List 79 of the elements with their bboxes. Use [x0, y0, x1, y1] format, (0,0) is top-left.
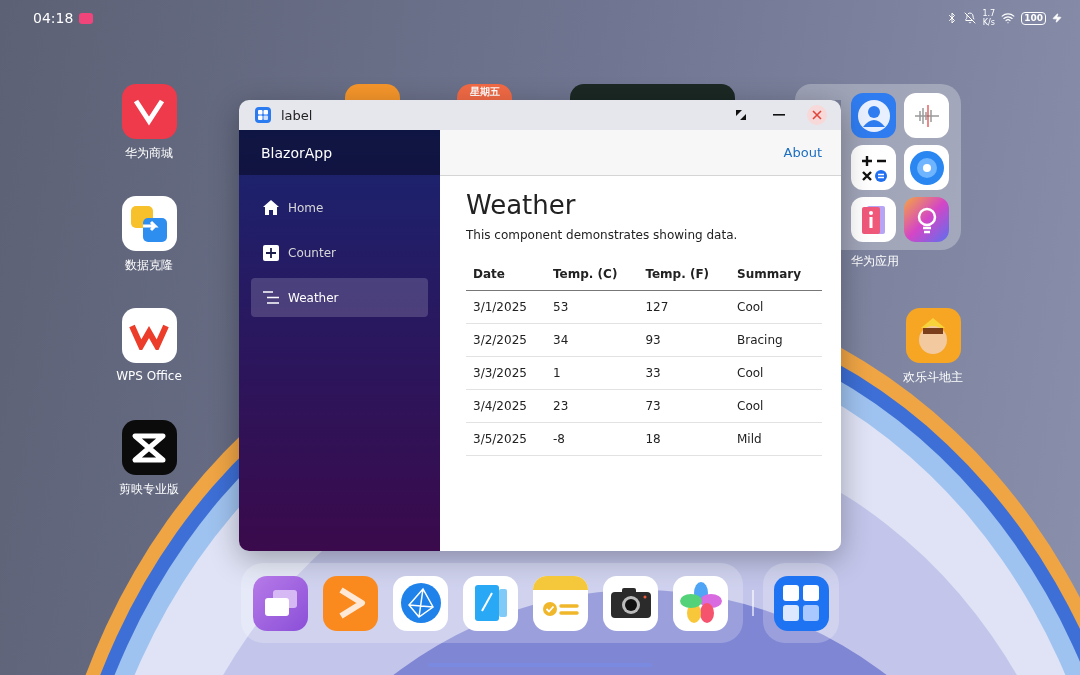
clock-time: 04:18: [33, 10, 74, 26]
folder-label: 华为应用: [851, 253, 899, 270]
flower-icon[interactable]: [673, 575, 728, 631]
page-heading: Weather: [466, 190, 577, 220]
v-logo-icon[interactable]: [121, 84, 177, 139]
table-cell: 3/3/2025: [466, 356, 547, 390]
minimize-icon: [773, 114, 785, 116]
table-cell: Cool: [730, 389, 822, 423]
close-button[interactable]: [807, 105, 827, 125]
table-cell: 23: [546, 389, 639, 423]
table-cell: -8: [546, 422, 639, 456]
nav-item[interactable]: Home: [251, 188, 428, 227]
checklist-icon[interactable]: [533, 575, 588, 631]
camera-icon[interactable]: [603, 575, 658, 631]
weekday-text: 星期五: [469, 85, 500, 99]
charging-icon: [1052, 13, 1062, 23]
table-cell: 3/2/2025: [466, 323, 547, 357]
muted-bell-icon: [964, 12, 977, 24]
nav-item[interactable]: Counter: [251, 233, 428, 272]
column-header: Date: [466, 258, 547, 291]
table-cell: 53: [546, 290, 639, 324]
app-label: 欢乐斗地主: [903, 369, 963, 386]
table-cell: Cool: [730, 290, 822, 324]
nav-item[interactable]: Weather: [251, 278, 428, 317]
browser-icon[interactable]: [904, 145, 949, 190]
table-cell: 3/1/2025: [466, 290, 547, 324]
table-cell: 33: [638, 356, 730, 390]
table-cell: 1: [546, 356, 639, 390]
nav-label: Counter: [288, 245, 336, 260]
brand-name[interactable]: BlazorApp: [239, 130, 440, 175]
capcut-logo-icon[interactable]: [121, 420, 177, 475]
notepad-icon[interactable]: [463, 575, 518, 631]
nav-label: Home: [288, 200, 324, 215]
app-label: 数据克隆: [125, 257, 173, 274]
notification-icon: [79, 12, 94, 24]
app-label: WPS Office: [116, 369, 182, 383]
app-folder[interactable]: [841, 84, 961, 250]
table-cell: 93: [638, 323, 730, 357]
windows-icon[interactable]: [253, 575, 308, 631]
calculator-icon[interactable]: [851, 145, 896, 190]
battery-level: 100: [1021, 11, 1046, 25]
restore-icon: [736, 110, 746, 120]
table-cell: Mild: [730, 422, 822, 456]
table-cell: 127: [638, 290, 730, 324]
app-label: 华为商城: [125, 145, 173, 162]
window-title: label: [281, 107, 314, 123]
close-icon: [812, 110, 822, 120]
copy-arrow-icon[interactable]: [121, 196, 177, 251]
app-grid-icon: [255, 107, 271, 123]
home-icon: [263, 200, 279, 215]
table-cell: Cool: [730, 356, 822, 390]
w-logo-icon[interactable]: [121, 308, 177, 363]
table-cell: 34: [546, 323, 639, 357]
network-speed: 1.7 K/s: [982, 9, 996, 27]
widget-card[interactable]: [570, 84, 735, 100]
table-cell: Bracing: [730, 323, 822, 357]
table-cell: 18: [638, 422, 730, 456]
cartoon-character-icon[interactable]: [905, 308, 961, 363]
about-link[interactable]: About: [783, 145, 822, 160]
app-grid-icon[interactable]: [773, 575, 829, 631]
table-cell: 3/4/2025: [466, 389, 547, 423]
globe-icon[interactable]: [393, 575, 448, 631]
column-header: Summary: [730, 258, 822, 291]
book-icon[interactable]: [851, 197, 896, 242]
column-header: Temp. (F): [638, 258, 730, 291]
wifi-icon: [1001, 11, 1016, 25]
lightbulb-icon[interactable]: [904, 197, 949, 242]
folder-background: [795, 84, 841, 100]
plus-icon: [263, 244, 279, 261]
app-label: 剪映专业版: [119, 481, 179, 498]
table-cell: 73: [638, 389, 730, 423]
waveform-icon[interactable]: [904, 93, 949, 138]
table-cell: 3/5/2025: [466, 422, 547, 456]
app-icon[interactable]: [345, 84, 400, 100]
list-icon: [263, 291, 279, 304]
page-description: This component demonstrates showing data.: [466, 228, 739, 242]
contact-icon[interactable]: [851, 93, 896, 138]
column-header: Temp. (C): [546, 258, 639, 291]
nav-label: Weather: [288, 290, 339, 305]
